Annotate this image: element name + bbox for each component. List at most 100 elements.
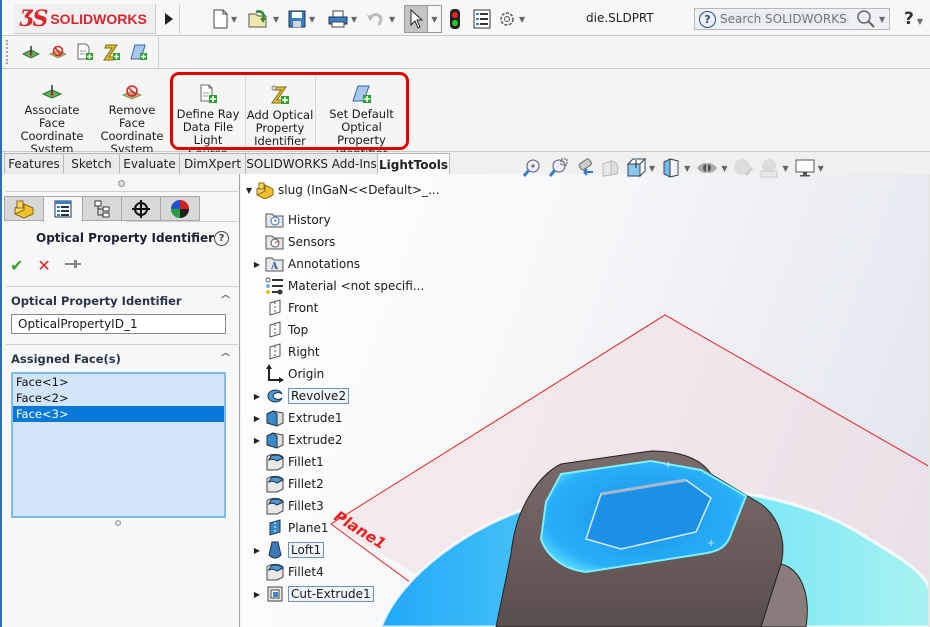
display-style-button[interactable]: ▼ [661, 158, 690, 178]
tab-feature-manager[interactable] [4, 196, 44, 221]
open-icon [248, 10, 267, 28]
define-ray-data-file-light-source-button[interactable]: Define Ray Data File Light Source [173, 76, 243, 160]
tree-item-annotations[interactable]: ▶ A Annotations [254, 254, 360, 274]
zoom-to-area-button[interactable] [548, 158, 568, 178]
help-search-input[interactable] [720, 12, 850, 26]
remove-face-small-button[interactable] [49, 43, 67, 61]
cancel-x-icon[interactable]: ✕ [37, 256, 50, 275]
identifier-group-title[interactable]: Optical Property Identifier [11, 294, 182, 308]
face-list-item[interactable]: Face<2> [13, 390, 224, 406]
optical-property-id-field[interactable] [11, 314, 226, 334]
expand-arrow-icon[interactable]: ▶ [251, 260, 263, 269]
tree-item-front[interactable]: Front [265, 298, 318, 318]
tree-item-top[interactable]: Top [265, 320, 308, 340]
select-dropdown[interactable]: ▼ [428, 5, 442, 33]
tree-root[interactable]: ▼ slug (InGaN<<Default>_... [243, 180, 440, 200]
collapse-arrow-icon[interactable]: ▼ [243, 186, 255, 195]
define-ray-small-button[interactable] [76, 43, 94, 61]
tree-item-origin[interactable]: Origin [265, 364, 324, 384]
tab-configuration-manager[interactable] [82, 196, 122, 221]
tree-item-material[interactable]: Material <not specifi... [265, 276, 424, 296]
undo-button[interactable]: ▼ [366, 6, 395, 32]
part-name: slug (InGaN<<Default>_... [278, 183, 440, 197]
tab-solidworks-add-ins[interactable]: SOLIDWORKS Add-Ins [245, 153, 378, 174]
panel-resize-grip[interactable] [118, 180, 125, 187]
expand-arrow-icon[interactable]: ▶ [251, 546, 263, 555]
help-search[interactable]: ? ▼ [694, 8, 890, 30]
tab-sketch[interactable]: Sketch [63, 153, 120, 174]
tree-item-loft1[interactable]: ▶ Loft1 [254, 540, 325, 560]
tree-item-fillet3[interactable]: Fillet3 [265, 496, 324, 516]
tab-evaluate[interactable]: Evaluate [119, 153, 180, 174]
solidworks-window: ƷS SOLIDWORKS ▼ ▼ ▼ ▼ ▼ ▼ ▼ die.SLDPRT ?… [0, 0, 930, 627]
chevron-down-icon[interactable]: ▼ [231, 15, 237, 24]
tree-item-extrude1[interactable]: ▶ Extrude1 [254, 408, 343, 428]
list-resize-grip[interactable] [115, 520, 121, 526]
tree-item-plane1[interactable]: Plane1 [265, 518, 329, 538]
tree-item-fillet4[interactable]: Fillet4 [265, 562, 324, 582]
tree-item-right[interactable]: Right [265, 342, 320, 362]
expand-arrow-icon[interactable]: ▶ [251, 392, 263, 401]
chevron-down-icon[interactable]: ▼ [519, 15, 525, 24]
file-properties-button[interactable] [473, 6, 491, 32]
set-default-optical-property-identifier-button[interactable]: Set Default Optical Property Identifier [315, 76, 407, 160]
chevron-down-icon[interactable]: ▼ [309, 15, 315, 24]
new-document-button[interactable]: ▼ [212, 6, 237, 32]
tab-property-manager[interactable] [43, 196, 83, 222]
expand-arrow-icon[interactable]: ▶ [251, 590, 263, 599]
tree-item-extrude2[interactable]: ▶ Extrude2 [254, 430, 343, 450]
collapse-caret-icon[interactable]: ^ [219, 293, 232, 306]
hide-show-items-button[interactable]: ▼ [696, 158, 727, 178]
search-icon[interactable] [856, 10, 876, 28]
assigned-faces-group-title[interactable]: Assigned Face(s) [11, 352, 121, 366]
toolbar-grip[interactable] [6, 40, 10, 64]
set-default-optical-small-button[interactable] [130, 43, 148, 61]
face-list-item[interactable]: Face<1> [13, 374, 224, 390]
chevron-down-icon[interactable]: ▼ [879, 15, 885, 24]
section-view-button[interactable] [600, 158, 620, 178]
help-menu-button[interactable]: ? ▼ [904, 9, 923, 29]
associate-face-small-button[interactable] [22, 43, 40, 61]
previous-view-button[interactable] [574, 158, 594, 178]
tree-item-revolve2[interactable]: ▶ Revolve2 [254, 386, 350, 406]
expand-arrow-icon[interactable]: ▶ [251, 414, 263, 423]
pushpin-icon[interactable] [64, 258, 81, 274]
tree-item-fillet2[interactable]: Fillet2 [265, 474, 324, 494]
tab-dimxpert[interactable]: DimXpert [179, 153, 246, 174]
view-orientation-button[interactable]: ▼ [626, 158, 655, 178]
view-settings-button[interactable]: ▼ [795, 158, 824, 178]
ok-checkmark-icon[interactable]: ✔ [10, 256, 23, 275]
tab-display-manager[interactable] [160, 196, 200, 221]
collapse-caret-icon[interactable]: ^ [219, 351, 232, 364]
chevron-down-icon[interactable]: ▼ [351, 15, 357, 24]
menu-flyout-button[interactable] [158, 4, 180, 34]
rebuild-button[interactable] [449, 6, 461, 32]
open-button[interactable]: ▼ [248, 6, 279, 32]
add-optical-property-identifier-button[interactable]: Add Optical Property Identifier [245, 76, 314, 148]
solidworks-logo[interactable]: ƷS SOLIDWORKS [14, 4, 156, 34]
remove-face-coordinate-button[interactable]: Remove Face Coordinate System [96, 76, 168, 156]
tab-lighttools[interactable]: LightTools [377, 153, 450, 175]
options-button[interactable]: ▼ [498, 6, 525, 32]
associate-face-coordinate-button[interactable]: Associate Face Coordinate System [12, 76, 92, 156]
apply-scene-button[interactable]: ▼ [759, 158, 789, 178]
add-optical-small-button[interactable] [103, 43, 121, 61]
face-list-item-selected[interactable]: Face<3> [13, 406, 224, 422]
tree-item-fillet1[interactable]: Fillet1 [265, 452, 324, 472]
select-button[interactable] [404, 5, 428, 33]
tree-item-sensors[interactable]: Sensors [265, 232, 335, 252]
tree-item-history[interactable]: History [265, 210, 331, 230]
print-button[interactable]: ▼ [328, 6, 357, 32]
tree-item-cut-extrude1[interactable]: ▶ Cut-Extrude1 [254, 584, 374, 604]
expand-arrow-icon[interactable]: ▶ [251, 436, 263, 445]
tab-features[interactable]: Features [4, 153, 64, 174]
edit-appearance-button[interactable] [733, 158, 754, 178]
zoom-to-fit-button[interactable] [522, 158, 542, 178]
assigned-faces-list[interactable]: Face<1> Face<2> Face<3> [11, 372, 226, 518]
sensors-folder-icon [265, 235, 284, 250]
help-icon[interactable]: ? [214, 231, 229, 246]
chevron-down-icon[interactable]: ▼ [273, 15, 279, 24]
tab-dimxpert-manager[interactable] [121, 196, 161, 221]
save-button[interactable]: ▼ [288, 6, 315, 32]
chevron-down-icon[interactable]: ▼ [389, 15, 395, 24]
